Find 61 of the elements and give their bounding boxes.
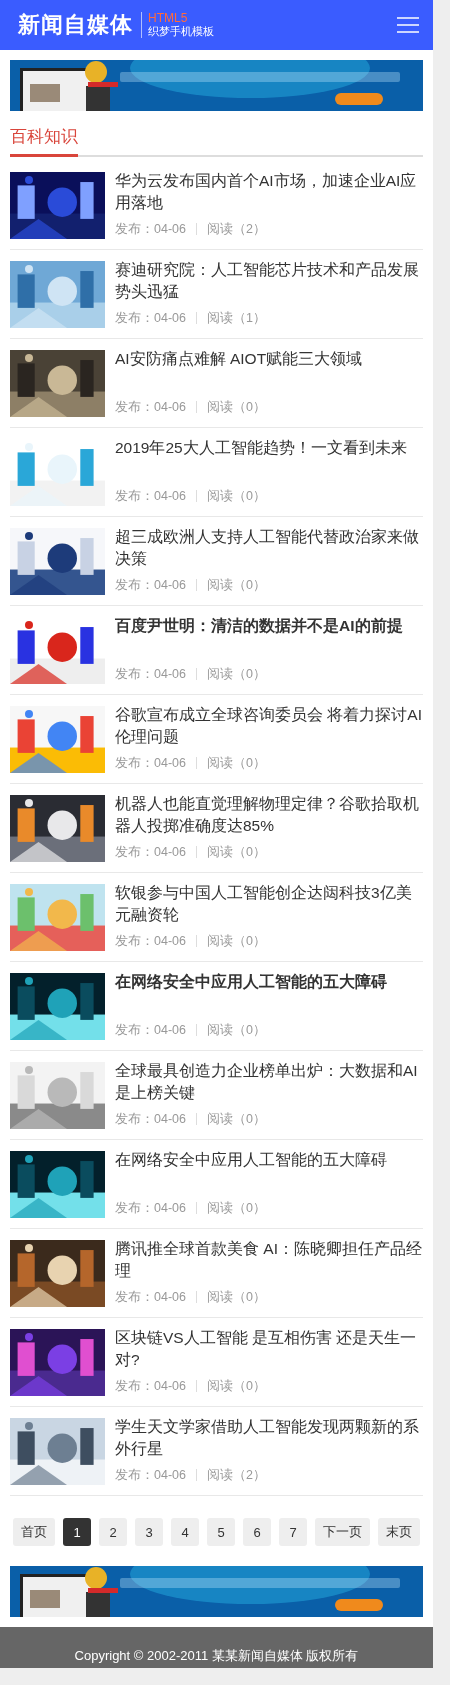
news-title[interactable]: 2019年25大人工智能趋势！一文看到未来 [115,437,423,459]
html5-label: HTML5 [148,12,189,25]
publish-date: 发布：04-06 [115,933,186,949]
read-count: 阅读（0） [207,488,266,504]
news-title[interactable]: 区块链VS人工智能 是互相伤害 还是天生一对? [115,1327,423,1371]
publish-date: 发布：04-06 [115,666,186,682]
read-count: 阅读（2） [207,1467,266,1483]
publish-date: 发布：04-06 [115,1378,186,1394]
read-count: 阅读（0） [207,844,266,860]
page-button[interactable]: 3 [135,1518,163,1546]
read-count: 阅读（0） [207,1289,266,1305]
read-count: 阅读（0） [207,1200,266,1216]
news-title[interactable]: 在网络安全中应用人工智能的五大障碍 [115,971,423,993]
page-button[interactable]: 6 [243,1518,271,1546]
publish-date: 发布：04-06 [115,577,186,593]
news-title[interactable]: 赛迪研究院：人工智能芯片技术和产品发展势头迅猛 [115,259,423,303]
publish-date: 发布：04-06 [115,844,186,860]
page-button[interactable]: 1 [63,1518,91,1546]
news-title[interactable]: 机器人也能直觉理解物理定律？谷歌拾取机器人投掷准确度达85% [115,793,423,837]
read-count: 阅读（0） [207,933,266,949]
read-count: 阅读（0） [207,1111,266,1127]
publish-date: 发布：04-06 [115,1022,186,1038]
news-title[interactable]: 百度尹世明：清洁的数据并不是AI的前提 [115,615,423,637]
site-logo[interactable]: 新闻自媒体 [18,10,133,40]
read-count: 阅读（2） [207,221,266,237]
page-button[interactable]: 5 [207,1518,235,1546]
news-title[interactable]: 软银参与中国人工智能创企达闼科技3亿美元融资轮 [115,882,423,926]
page-button[interactable]: 首页 [13,1518,55,1546]
publish-date: 发布：04-06 [115,1200,186,1216]
publish-date: 发布：04-06 [115,310,186,326]
publish-date: 发布：04-06 [115,488,186,504]
page-button[interactable]: 下一页 [315,1518,370,1546]
page-button[interactable]: 2 [99,1518,127,1546]
read-count: 阅读（0） [207,1378,266,1394]
read-count: 阅读（0） [207,1022,266,1038]
read-count: 阅读（0） [207,755,266,771]
news-title[interactable]: 全球最具创造力企业榜单出炉：大数据和AI是上榜关键 [115,1060,423,1104]
publish-date: 发布：04-06 [115,755,186,771]
section-title: 百科知识 [10,125,78,157]
read-count: 阅读（0） [207,577,266,593]
read-count: 阅读（1） [207,310,266,326]
read-count: 阅读（0） [207,399,266,415]
page-button[interactable]: 末页 [378,1518,420,1546]
news-title[interactable]: 在网络安全中应用人工智能的五大障碍 [115,1149,423,1171]
publish-date: 发布：04-06 [115,1467,186,1483]
publish-date: 发布：04-06 [115,399,186,415]
page-button[interactable]: 4 [171,1518,199,1546]
site-subtitle: 织梦手机模板 [148,25,214,38]
news-title[interactable]: 超三成欧洲人支持人工智能代替政治家来做决策 [115,526,423,570]
news-title[interactable]: 学生天文学家借助人工智能发现两颗新的系外行星 [115,1416,423,1460]
page-button[interactable]: 7 [279,1518,307,1546]
news-title[interactable]: 谷歌宣布成立全球咨询委员会 将着力探讨AI伦理问题 [115,704,423,748]
news-title[interactable]: 腾讯推全球首款美食 AI：陈晓卿担任产品经理 [115,1238,423,1282]
news-title[interactable]: AI安防痛点难解 AIOT赋能三大领域 [115,348,423,370]
menu-icon[interactable] [397,17,419,33]
copyright-text: Copyright © 2002-2011 某某新闻自媒体 版权所有 [74,1647,359,1665]
publish-date: 发布：04-06 [115,1289,186,1305]
publish-date: 发布：04-06 [115,221,186,237]
read-count: 阅读（0） [207,666,266,682]
news-title[interactable]: 华为云发布国内首个AI市场，加速企业AI应用落地 [115,170,423,214]
publish-date: 发布：04-06 [115,1111,186,1127]
